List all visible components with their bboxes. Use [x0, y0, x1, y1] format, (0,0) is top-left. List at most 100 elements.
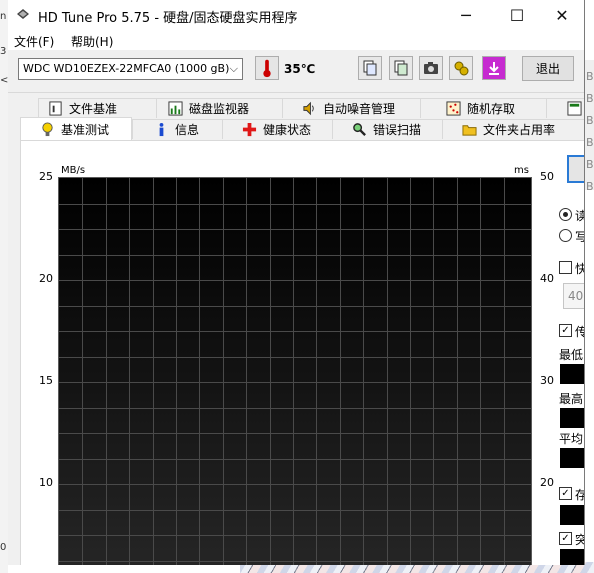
copy-text-icon: [363, 60, 377, 76]
right-axis-tick: 30: [540, 374, 554, 387]
right-axis-unit: ms: [514, 165, 529, 176]
toolbar: WDC WD10EZEX-22MFCA0 (1000 gB) ⌵ 35℃ 退出: [8, 50, 584, 92]
health-cross-icon: [241, 122, 257, 138]
tab-folder-usage[interactable]: 文件夹占用率: [442, 119, 584, 139]
background-char: n: [0, 11, 7, 22]
tab-file-benchmark[interactable]: 文件基准: [38, 98, 156, 118]
screenshot-button[interactable]: [419, 56, 443, 80]
background-letter: B: [586, 92, 594, 105]
tab-label: 健康状态: [263, 123, 312, 137]
transfer-checkbox[interactable]: ✓: [559, 324, 572, 337]
access-time-label: 存取: [575, 486, 584, 503]
menu-help[interactable]: 帮助(H): [71, 33, 113, 50]
left-axis-unit: MB/s: [61, 165, 86, 176]
read-label: 读取: [575, 207, 584, 224]
chart-gridline-vertical: [340, 178, 341, 565]
left-axis-tick: 15: [39, 374, 53, 387]
left-axis-tick: 20: [39, 272, 53, 285]
burst-rate-readout: [560, 549, 584, 565]
right-axis-tick: 50: [540, 170, 554, 183]
chart-gridline-horizontal: [59, 510, 531, 511]
temperature-readout: 35℃: [284, 62, 316, 76]
chart-gridline-horizontal: [59, 255, 531, 256]
tab-label: 磁盘监视器: [189, 102, 250, 116]
burst-rate-checkbox[interactable]: ✓: [559, 532, 572, 545]
tab-random-access[interactable]: 随机存取: [420, 98, 546, 118]
tab-noise-management[interactable]: 自动噪音管理: [282, 98, 420, 118]
background-letter: B: [586, 114, 594, 127]
chart-gridline-vertical: [153, 178, 154, 565]
maximize-button[interactable]: ☐: [494, 0, 540, 30]
right-axis-tick: 20: [540, 476, 554, 489]
chart-gridline-horizontal: [59, 280, 531, 281]
copy-text-button[interactable]: [358, 56, 382, 80]
menu-bar: 文件(F) 帮助(H): [8, 30, 584, 50]
benchmark-chart: [58, 177, 532, 565]
background-letter: B: [586, 136, 594, 149]
block-size-field[interactable]: 40: [563, 283, 584, 309]
chart-gridline-vertical: [363, 178, 364, 565]
chart-gridline-vertical: [387, 178, 388, 565]
right-axis-tick: 40: [540, 272, 554, 285]
chart-gridline-horizontal: [59, 433, 531, 434]
tab-extra[interactable]: [546, 98, 584, 118]
access-time-checkbox[interactable]: ✓: [559, 487, 572, 500]
save-button[interactable]: [482, 56, 506, 80]
tab-label: 文件夹占用率: [483, 123, 556, 137]
chevron-down-icon: ⌵: [229, 62, 238, 75]
write-label: 写入: [575, 228, 584, 245]
app-window: HD Tune Pro 5.75 - 硬盘/固态硬盘实用程序 ─ ☐ ✕ 文件(…: [8, 0, 585, 565]
tab-strip: 文件基准 磁盘监视器 自动噪音管理 随机存取 基准测试 信息 健康状态 错误扫描…: [8, 92, 584, 142]
exit-button[interactable]: 退出: [522, 56, 574, 81]
chart-gridline-horizontal: [59, 204, 531, 205]
tab-label: 信息: [175, 123, 200, 137]
start-button[interactable]: [567, 155, 584, 183]
chart-gridline-vertical: [504, 178, 505, 565]
left-axis-tick: 10: [39, 476, 53, 489]
copy-info-button[interactable]: [389, 56, 413, 80]
chart-gridline-vertical: [410, 178, 411, 565]
temperature-button[interactable]: [255, 56, 279, 80]
avg-readout: [560, 448, 584, 468]
write-radio[interactable]: [559, 229, 572, 242]
copy-info-icon: [394, 60, 408, 76]
max-label: 最高: [559, 392, 584, 406]
chart-gridline-horizontal: [59, 484, 531, 485]
drive-select[interactable]: WDC WD10EZEX-22MFCA0 (1000 gB) ⌵: [18, 58, 243, 80]
benchmark-panel: MB/s ms 25 20 15 10 50 40 30 20 读取 写入 快捷…: [20, 140, 584, 565]
chart-gridline-horizontal: [59, 331, 531, 332]
max-readout: [560, 408, 584, 428]
min-label: 最低: [559, 348, 584, 362]
quick-checkbox[interactable]: [559, 261, 572, 274]
drive-select-value: WDC WD10EZEX-22MFCA0 (1000 gB): [23, 62, 230, 75]
extra-tests-icon: [567, 101, 582, 117]
chart-gridline-vertical: [129, 178, 130, 565]
tab-error-scan[interactable]: 错误扫描: [332, 119, 442, 139]
menu-file[interactable]: 文件(F): [14, 33, 54, 50]
close-button[interactable]: ✕: [539, 0, 584, 30]
chart-gridline-vertical: [199, 178, 200, 565]
access-time-readout: [560, 505, 584, 525]
chart-gridline-vertical: [246, 178, 247, 565]
tab-health[interactable]: 健康状态: [222, 119, 332, 139]
read-radio[interactable]: [559, 208, 572, 221]
tab-benchmark[interactable]: 基准测试: [20, 117, 132, 140]
tab-label: 随机存取: [467, 102, 516, 116]
avg-label: 平均: [559, 432, 584, 446]
chart-gridline-horizontal: [59, 229, 531, 230]
chart-gridline-vertical: [270, 178, 271, 565]
background-char: 3: [0, 46, 7, 57]
tab-info[interactable]: 信息: [132, 119, 222, 139]
background-letter: B: [586, 70, 594, 83]
minimize-button[interactable]: ─: [443, 0, 489, 30]
chart-gridline-horizontal: [59, 459, 531, 460]
chart-gridline-horizontal: [59, 561, 531, 562]
options-icon: [454, 61, 469, 76]
tab-disk-monitor[interactable]: 磁盘监视器: [156, 98, 282, 118]
chart-gridline-vertical: [223, 178, 224, 565]
camera-icon: [424, 62, 438, 74]
speaker-icon: [301, 101, 317, 117]
title-bar[interactable]: HD Tune Pro 5.75 - 硬盘/固态硬盘实用程序 ─ ☐ ✕: [8, 0, 584, 30]
chart-gridline-horizontal: [59, 357, 531, 358]
options-button[interactable]: [449, 56, 473, 80]
